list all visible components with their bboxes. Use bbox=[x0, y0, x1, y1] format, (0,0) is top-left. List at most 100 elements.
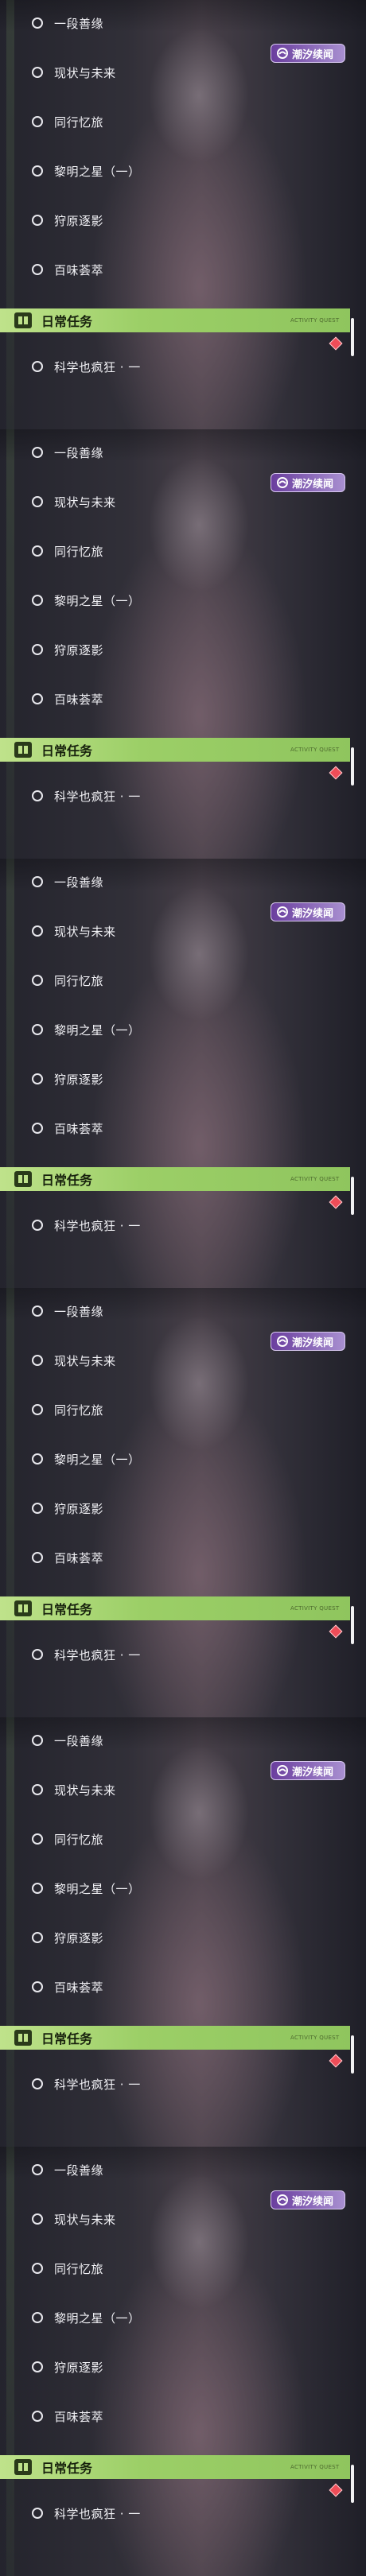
quest-item[interactable]: 一段善缘 bbox=[0, 1717, 342, 1763]
daily-section-header[interactable]: 日常任务 ACTIVITY QUEST bbox=[0, 2455, 350, 2479]
quest-item[interactable]: 百味荟萃 bbox=[0, 676, 342, 722]
daily-quest-item[interactable]: 科学也疯狂 · 一 bbox=[0, 2061, 342, 2107]
quest-item[interactable]: 黎明之星（一） bbox=[0, 1436, 342, 1482]
quest-item[interactable]: 狩原逐影 bbox=[0, 1915, 342, 1961]
daily-quest-item[interactable]: 科学也疯狂 · 一 bbox=[0, 1202, 342, 1248]
quest-label: 同行忆旅 bbox=[54, 1832, 104, 1847]
quest-item[interactable]: 一段善缘 bbox=[0, 429, 342, 475]
quest-item[interactable]: 狩原逐影 bbox=[0, 2344, 342, 2390]
scrollbar-thumb[interactable] bbox=[351, 1606, 354, 1644]
event-tag: 潮汐续闻 bbox=[271, 2190, 345, 2209]
circle-icon bbox=[32, 1503, 43, 1514]
daily-section-header[interactable]: 日常任务 ACTIVITY QUEST bbox=[0, 1167, 350, 1191]
daily-section-header[interactable]: 日常任务 ACTIVITY QUEST bbox=[0, 738, 350, 762]
circle-icon bbox=[32, 1883, 43, 1894]
quest-item[interactable]: 同行忆旅 bbox=[0, 99, 342, 145]
quest-item[interactable]: 一段善缘 bbox=[0, 0, 342, 46]
daily-quest-item[interactable]: 科学也疯狂 · 一 bbox=[0, 773, 342, 819]
circle-icon bbox=[32, 2508, 43, 2519]
quest-panel: 一段善缘 现状与未来 潮汐续闻 同行忆旅 黎明之星（一） 狩原逐影 百味荟萃 日… bbox=[0, 1288, 366, 1717]
tidal-icon bbox=[277, 477, 288, 488]
quest-label: 狩原逐影 bbox=[54, 1501, 104, 1516]
tidal-icon bbox=[277, 2194, 288, 2206]
daily-section-header[interactable]: 日常任务 ACTIVITY QUEST bbox=[0, 1596, 350, 1620]
quest-item[interactable]: 一段善缘 bbox=[0, 859, 342, 905]
quest-label: 现状与未来 bbox=[54, 2212, 116, 2227]
book-icon bbox=[14, 312, 32, 328]
circle-icon bbox=[32, 264, 43, 275]
scrollbar-thumb[interactable] bbox=[351, 2035, 354, 2074]
event-tag-label: 潮汐续闻 bbox=[292, 907, 334, 920]
circle-icon bbox=[32, 876, 43, 887]
quest-item[interactable]: 百味荟萃 bbox=[0, 1105, 342, 1151]
quest-item[interactable]: 黎明之星（一） bbox=[0, 577, 342, 623]
quest-item[interactable]: 狩原逐影 bbox=[0, 197, 342, 243]
scrollbar-thumb[interactable] bbox=[351, 318, 354, 356]
scrollbar-thumb[interactable] bbox=[351, 2465, 354, 2503]
circle-icon bbox=[32, 1552, 43, 1563]
circle-icon bbox=[32, 1649, 43, 1660]
circle-icon bbox=[32, 1932, 43, 1943]
quest-item[interactable]: 百味荟萃 bbox=[0, 1964, 342, 2010]
quest-item[interactable]: 百味荟萃 bbox=[0, 2393, 342, 2439]
quest-item[interactable]: 狩原逐影 bbox=[0, 1056, 342, 1102]
book-icon bbox=[14, 2030, 32, 2046]
quest-item[interactable]: 黎明之星（一） bbox=[0, 2295, 342, 2341]
quest-panel: 一段善缘 现状与未来 潮汐续闻 同行忆旅 黎明之星（一） 狩原逐影 百味荟萃 日… bbox=[0, 859, 366, 1288]
quest-item[interactable]: 狩原逐影 bbox=[0, 627, 342, 673]
quest-label: 一段善缘 bbox=[54, 1304, 104, 1319]
circle-icon bbox=[32, 165, 43, 177]
quest-panel: 一段善缘 现状与未来 潮汐续闻 同行忆旅 黎明之星（一） 狩原逐影 百味荟萃 日… bbox=[0, 0, 366, 429]
quest-panel: 一段善缘 现状与未来 潮汐续闻 同行忆旅 黎明之星（一） 狩原逐影 百味荟萃 日… bbox=[0, 2147, 366, 2576]
daily-quest-item[interactable]: 科学也疯狂 · 一 bbox=[0, 1631, 342, 1678]
quest-item[interactable]: 同行忆旅 bbox=[0, 528, 342, 574]
daily-section-header[interactable]: 日常任务 ACTIVITY QUEST bbox=[0, 308, 350, 332]
quest-label: 百味荟萃 bbox=[54, 262, 104, 277]
daily-section-title: 日常任务 bbox=[41, 1173, 93, 1188]
circle-icon bbox=[32, 67, 43, 78]
quest-label: 同行忆旅 bbox=[54, 114, 104, 130]
quest-item[interactable]: 一段善缘 bbox=[0, 2147, 342, 2193]
quest-item[interactable]: 百味荟萃 bbox=[0, 1534, 342, 1581]
daily-quest-item[interactable]: 科学也疯狂 · 一 bbox=[0, 343, 342, 390]
book-icon bbox=[14, 2459, 32, 2475]
quest-label: 黎明之星（一） bbox=[54, 164, 141, 179]
quest-label: 黎明之星（一） bbox=[54, 1881, 141, 1896]
circle-icon bbox=[32, 17, 43, 29]
circle-icon bbox=[32, 1220, 43, 1231]
quest-item[interactable]: 百味荟萃 bbox=[0, 246, 342, 293]
scrollbar-thumb[interactable] bbox=[351, 1177, 354, 1215]
circle-icon bbox=[32, 1833, 43, 1845]
circle-icon bbox=[32, 2263, 43, 2274]
circle-icon bbox=[32, 215, 43, 226]
quest-label: 狩原逐影 bbox=[54, 1072, 104, 1087]
quest-item[interactable]: 一段善缘 bbox=[0, 1288, 342, 1334]
quest-label: 现状与未来 bbox=[54, 65, 116, 80]
circle-icon bbox=[32, 1981, 43, 1992]
quest-label: 一段善缘 bbox=[54, 875, 104, 890]
screen-stack: 一段善缘 现状与未来 潮汐续闻 同行忆旅 黎明之星（一） 狩原逐影 百味荟萃 日… bbox=[0, 0, 366, 2576]
scrollbar-thumb[interactable] bbox=[351, 747, 354, 786]
book-icon bbox=[14, 742, 32, 758]
daily-quest-label: 科学也疯狂 · 一 bbox=[54, 359, 141, 374]
quest-item[interactable]: 同行忆旅 bbox=[0, 1816, 342, 1862]
quest-item[interactable]: 狩原逐影 bbox=[0, 1485, 342, 1531]
quest-item[interactable]: 黎明之星（一） bbox=[0, 148, 342, 194]
quest-item[interactable]: 同行忆旅 bbox=[0, 2245, 342, 2291]
daily-quest-item[interactable]: 科学也疯狂 · 一 bbox=[0, 2490, 342, 2536]
event-tag: 潮汐续闻 bbox=[271, 1761, 345, 1780]
circle-icon bbox=[32, 2361, 43, 2372]
quest-label: 黎明之星（一） bbox=[54, 1452, 141, 1467]
quest-item[interactable]: 同行忆旅 bbox=[0, 1387, 342, 1433]
circle-icon bbox=[32, 545, 43, 557]
quest-item[interactable]: 黎明之星（一） bbox=[0, 1007, 342, 1053]
circle-icon bbox=[32, 2213, 43, 2225]
tidal-icon bbox=[277, 48, 288, 59]
daily-section-title: 日常任务 bbox=[41, 1602, 93, 1617]
quest-item[interactable]: 黎明之星（一） bbox=[0, 1865, 342, 1911]
quest-label: 狩原逐影 bbox=[54, 213, 104, 228]
circle-icon bbox=[32, 1784, 43, 1795]
daily-section-header[interactable]: 日常任务 ACTIVITY QUEST bbox=[0, 2026, 350, 2050]
quest-label: 百味荟萃 bbox=[54, 1121, 104, 1136]
quest-item[interactable]: 同行忆旅 bbox=[0, 957, 342, 1003]
